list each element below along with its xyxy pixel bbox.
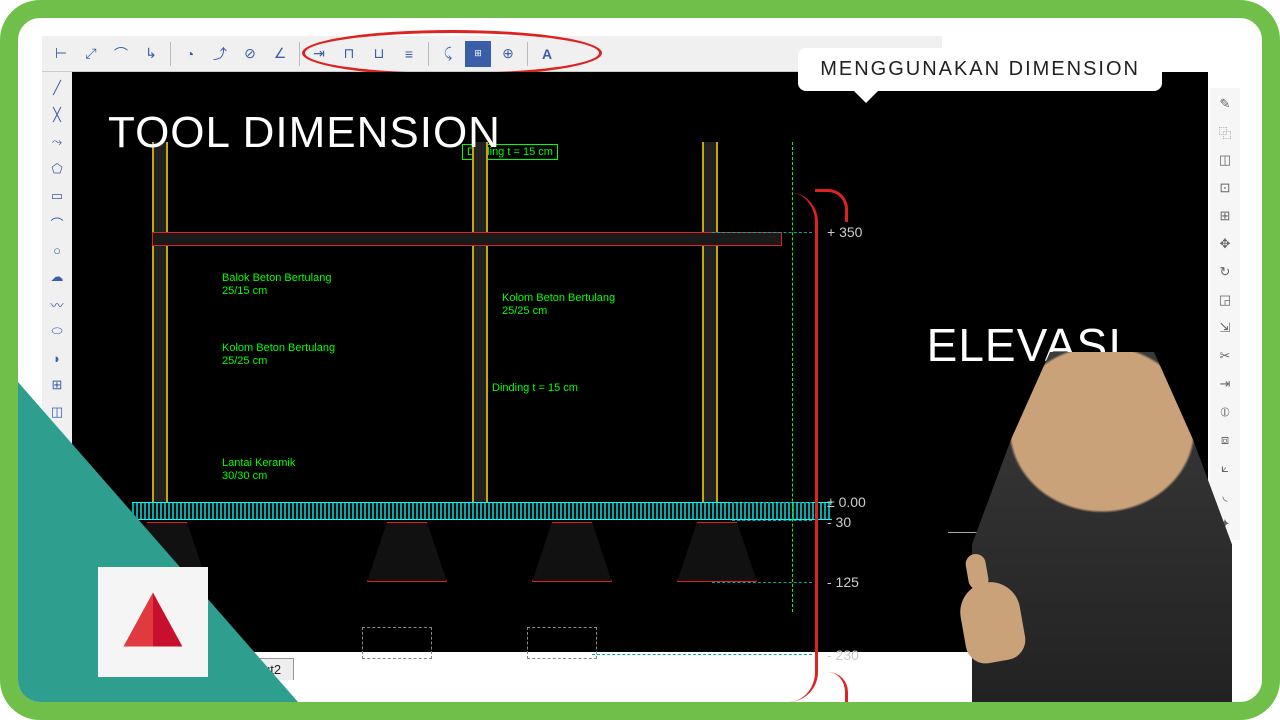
annot-dinding: Dinding t = 15 cm bbox=[492, 382, 578, 395]
footing-3 bbox=[532, 522, 612, 582]
annot-kolom1: Kolom Beton Bertulang25/25 cm bbox=[222, 342, 335, 368]
hidden-footing-2 bbox=[527, 627, 597, 659]
array-icon[interactable]: ⊞ bbox=[1213, 204, 1237, 228]
elev-350: + 350 bbox=[827, 224, 862, 240]
move-icon[interactable]: ✥ bbox=[1213, 232, 1237, 256]
revcloud-icon[interactable]: ☁ bbox=[45, 265, 69, 289]
rectangle-icon[interactable]: ▭ bbox=[45, 184, 69, 208]
copy-icon[interactable]: ⿻ bbox=[1213, 120, 1237, 144]
autocad-logo bbox=[98, 567, 208, 677]
overlay-title-left: TOOL DIMENSION bbox=[108, 108, 501, 158]
dim-baseline-icon[interactable]: ⊓ bbox=[336, 41, 362, 67]
break-icon[interactable]: ⦶ bbox=[1213, 400, 1237, 424]
elev-230: - 230 bbox=[827, 647, 859, 663]
modify-toolbar: ✎ ⿻ ◫ ⊡ ⊞ ✥ ↻ ◲ ⇲ ✂ ⇥ ⦶ ⧈ ⟀ ◟ ✦ bbox=[1210, 88, 1240, 540]
mirror-icon[interactable]: ◫ bbox=[1213, 148, 1237, 172]
footing-2 bbox=[367, 522, 447, 582]
extend-icon[interactable]: ⇥ bbox=[1213, 372, 1237, 396]
ellipse-arc-icon[interactable]: ◗ bbox=[45, 346, 69, 370]
speech-bubble: MENGGUNAKAN DIMENSION bbox=[798, 48, 1162, 91]
dim-aligned-icon[interactable]: ⤢ bbox=[78, 41, 104, 67]
xline-icon[interactable]: ╳ bbox=[45, 103, 69, 127]
join-icon[interactable]: ⧈ bbox=[1213, 428, 1237, 452]
annot-balok: Balok Beton Bertulang25/15 cm bbox=[222, 272, 331, 298]
dim-radius-icon[interactable]: ◔ bbox=[177, 41, 203, 67]
stretch-icon[interactable]: ⇲ bbox=[1213, 316, 1237, 340]
scale-icon[interactable]: ◲ bbox=[1213, 288, 1237, 312]
dim-space-icon[interactable]: ≡ bbox=[396, 41, 422, 67]
polygon-icon[interactable]: ⬠ bbox=[45, 157, 69, 181]
arc-icon[interactable]: ⌒ bbox=[45, 211, 69, 235]
hidden-footing-1 bbox=[362, 627, 432, 659]
line-icon[interactable]: ╱ bbox=[45, 76, 69, 100]
circle-icon[interactable]: ○ bbox=[45, 238, 69, 262]
beam bbox=[152, 232, 782, 246]
dim-continue-icon[interactable]: ⊔ bbox=[366, 41, 392, 67]
ellipse-icon[interactable]: ⬭ bbox=[45, 319, 69, 343]
annot-kolom2: Kolom Beton Bertulang25/25 cm bbox=[502, 292, 615, 318]
chamfer-icon[interactable]: ⟀ bbox=[1213, 456, 1237, 480]
offset-icon[interactable]: ⊡ bbox=[1213, 176, 1237, 200]
erase-icon[interactable]: ✎ bbox=[1213, 92, 1237, 116]
dim-jogged-icon[interactable]: ⤴ bbox=[207, 41, 233, 67]
dim-angular-icon[interactable]: ∠ bbox=[267, 41, 293, 67]
spline-icon[interactable]: 〰 bbox=[45, 292, 69, 316]
trim-icon[interactable]: ✂ bbox=[1213, 344, 1237, 368]
dim-break-icon[interactable]: ⤹ bbox=[435, 41, 461, 67]
text-style-icon[interactable]: A bbox=[534, 41, 560, 67]
dim-quick-icon[interactable]: ⇥ bbox=[306, 41, 332, 67]
dim-tolerance-icon[interactable]: ⊞ bbox=[465, 41, 491, 67]
elevation-brace bbox=[768, 192, 818, 702]
dim-diameter-icon[interactable]: ⊘ bbox=[237, 41, 263, 67]
polyline-icon[interactable]: ⤳ bbox=[45, 130, 69, 154]
elev-30: - 30 bbox=[827, 514, 851, 530]
dim-linear-icon[interactable]: ⊢ bbox=[48, 41, 74, 67]
column-mid bbox=[472, 142, 488, 512]
elev-0: ± 0.00 bbox=[827, 494, 866, 510]
footing-4 bbox=[677, 522, 757, 582]
dim-center-icon[interactable]: ⊕ bbox=[495, 41, 521, 67]
elev-125: - 125 bbox=[827, 574, 859, 590]
rotate-icon[interactable]: ↻ bbox=[1213, 260, 1237, 284]
column-right bbox=[702, 142, 718, 512]
dim-ordinate-icon[interactable]: ↳ bbox=[138, 41, 164, 67]
dim-arc-icon[interactable]: ⌒ bbox=[108, 41, 134, 67]
